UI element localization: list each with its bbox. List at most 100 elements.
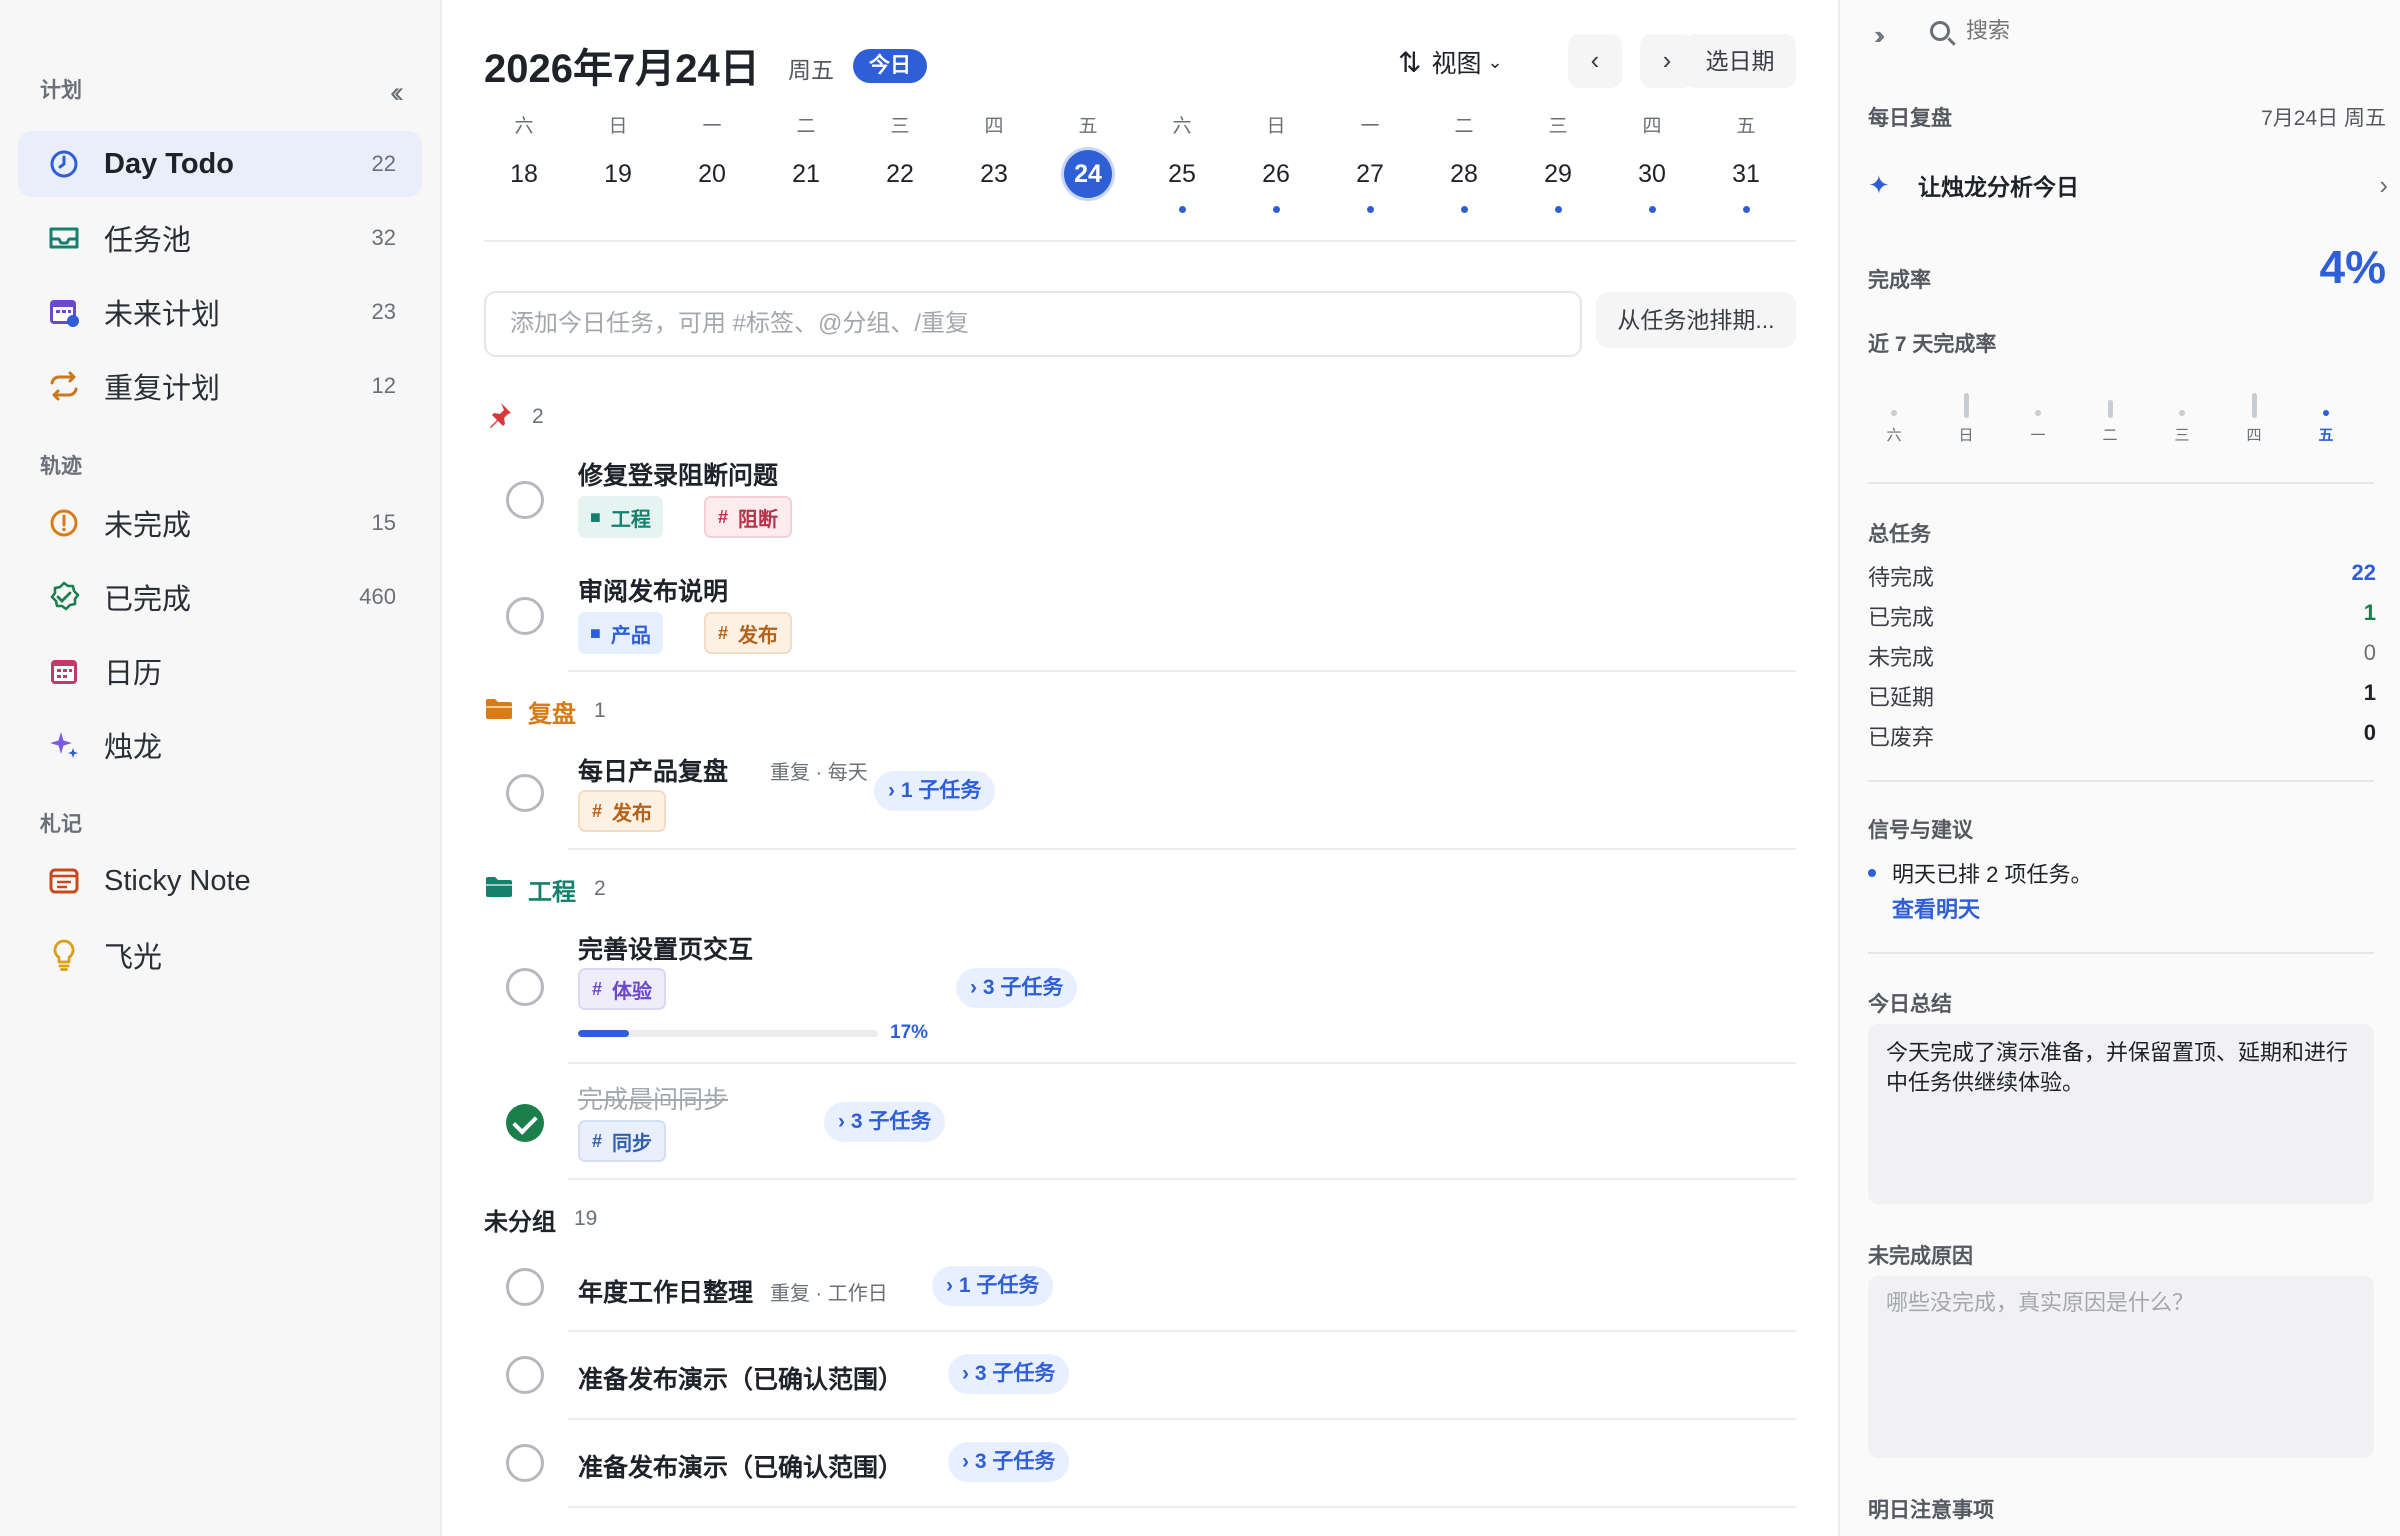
- week-rate-dot: [2323, 410, 2329, 416]
- task-title[interactable]: 准备发布演示（已确认范围）: [578, 1448, 903, 1484]
- prev-day-button[interactable]: ‹: [1568, 34, 1622, 88]
- chevron-right-icon: ›: [888, 779, 895, 802]
- date-cell-day: 19: [604, 160, 632, 188]
- group-pinned[interactable]: 2: [484, 400, 544, 434]
- subtasks-button[interactable]: › 3 子任务: [948, 1442, 1070, 1482]
- stat-postponed: 已延期 1: [1868, 680, 2388, 710]
- task-checkbox[interactable]: [506, 1444, 544, 1482]
- sparkle-icon: [46, 727, 82, 763]
- sidebar: 计划 ‹‹ Day Todo 22 任务池 32 未来计划 23 重复计划 12…: [0, 0, 442, 1536]
- total-tasks-label: 总任务: [1868, 523, 1931, 546]
- date-cell[interactable]: 二 21: [766, 110, 846, 198]
- date-cell-day: 20: [698, 160, 726, 188]
- date-cell-selected[interactable]: 五 24: [1048, 110, 1128, 198]
- sidebar-item-task-pool[interactable]: 任务池 32: [18, 205, 422, 271]
- task-title[interactable]: 审阅发布说明: [578, 572, 728, 608]
- add-task-input[interactable]: [484, 291, 1582, 357]
- week-rate-dot: [2179, 410, 2185, 416]
- project-tag[interactable]: ■ 产品: [578, 612, 663, 654]
- hashtag-tag[interactable]: # 发布: [704, 612, 793, 654]
- date-cell[interactable]: 三 22: [860, 110, 940, 198]
- search-box[interactable]: [1930, 18, 2226, 44]
- date-cell[interactable]: 一 27: [1330, 110, 1410, 213]
- task-checkbox[interactable]: [506, 481, 544, 519]
- task-checkbox[interactable]: [506, 1268, 544, 1306]
- expand-panel-icon[interactable]: ››: [1874, 20, 1886, 51]
- task-title[interactable]: 完善设置页交互: [578, 930, 753, 966]
- date-cell-day: 27: [1356, 160, 1384, 188]
- date-cell[interactable]: 二 28: [1424, 110, 1504, 213]
- date-cell[interactable]: 六 25: [1142, 110, 1222, 213]
- date-cell[interactable]: 六 18: [484, 110, 564, 198]
- date-cell[interactable]: 五 31: [1706, 110, 1786, 213]
- date-cell[interactable]: 日 19: [578, 110, 658, 198]
- today-badge[interactable]: 今日: [853, 49, 927, 83]
- date-cell[interactable]: 一 20: [672, 110, 752, 198]
- hashtag-tag[interactable]: # 阻断: [704, 496, 793, 538]
- date-cell[interactable]: 日 26: [1236, 110, 1316, 213]
- subtasks-button[interactable]: › 1 子任务: [874, 771, 996, 811]
- hashtag-label: 阻断: [738, 508, 779, 531]
- divider: [1868, 482, 2374, 484]
- hashtag-tag[interactable]: # 同步: [578, 1120, 667, 1162]
- task-checkbox-checked[interactable]: [506, 1104, 544, 1142]
- task-row: 修复登录阻断问题 ■ 工程 # 阻断: [506, 446, 1796, 546]
- week-rate-column: 五: [2306, 388, 2346, 445]
- date-cell[interactable]: 三 29: [1518, 110, 1598, 213]
- sidebar-item-label: 飞光: [104, 942, 163, 974]
- week-rate-column: 一: [2018, 388, 2058, 445]
- search-input[interactable]: [1966, 18, 2226, 44]
- ai-analyze-button[interactable]: ✦ 让烛龙分析今日 ›: [1868, 168, 2388, 202]
- group-ungrouped[interactable]: 未分组 19: [484, 1202, 597, 1236]
- task-checkbox[interactable]: [506, 774, 544, 812]
- schedule-from-pool-button[interactable]: 从任务池排期...: [1596, 292, 1796, 348]
- date-cell[interactable]: 四 23: [954, 110, 1034, 198]
- scheduled-dot: [1460, 206, 1468, 213]
- task-checkbox[interactable]: [506, 1356, 544, 1394]
- sidebar-item-count: 460: [359, 584, 396, 609]
- hashtag-tag[interactable]: # 体验: [578, 968, 667, 1010]
- summary-textarea[interactable]: 今天完成了演示准备，并保留置顶、延期和进行中任务供继续体验。: [1868, 1024, 2374, 1204]
- sidebar-item-feiguang[interactable]: 飞光: [18, 922, 422, 988]
- sidebar-item-repeat-plan[interactable]: 重复计划 12: [18, 353, 422, 419]
- page-title: 2026年7月24日: [484, 47, 760, 91]
- sidebar-item-calendar[interactable]: 日历: [18, 638, 422, 704]
- view-tomorrow-link[interactable]: 查看明天: [1892, 892, 1980, 924]
- subtasks-button[interactable]: › 3 子任务: [824, 1102, 946, 1142]
- task-title[interactable]: 完成晨间同步: [578, 1080, 728, 1116]
- task-checkbox[interactable]: [506, 968, 544, 1006]
- sidebar-item-zhulong[interactable]: 烛龙: [18, 712, 422, 778]
- group-review[interactable]: 复盘 1: [484, 694, 606, 728]
- sidebar-item-future-plan[interactable]: 未来计划 23: [18, 279, 422, 345]
- view-button[interactable]: ⇅ 视图 ⌄: [1398, 42, 1503, 82]
- hashtag-tag[interactable]: # 发布: [578, 790, 667, 832]
- sidebar-item-incomplete[interactable]: 未完成 15: [18, 490, 422, 556]
- scheduled-dot: [1648, 206, 1656, 213]
- reason-textarea[interactable]: [1868, 1276, 2374, 1458]
- stat-label: 已延期: [1868, 685, 1935, 710]
- sidebar-item-label: 日历: [104, 658, 163, 690]
- subtasks-button[interactable]: › 3 子任务: [948, 1354, 1070, 1394]
- task-checkbox[interactable]: [506, 597, 544, 635]
- pick-date-button[interactable]: 选日期: [1684, 34, 1796, 88]
- sidebar-item-sticky-note[interactable]: Sticky Note: [18, 848, 422, 914]
- task-title[interactable]: 年度工作日整理: [578, 1273, 753, 1309]
- sidebar-item-label: 未完成: [104, 510, 192, 542]
- project-tag[interactable]: ■ 工程: [578, 496, 663, 538]
- group-engineering[interactable]: 工程 2: [484, 872, 606, 906]
- date-cell[interactable]: 四 30: [1612, 110, 1692, 213]
- sort-icon: ⇅: [1398, 46, 1422, 78]
- date-cell-weekday: 一: [702, 116, 722, 137]
- subtasks-button[interactable]: › 1 子任务: [932, 1266, 1054, 1306]
- subtasks-label: 1 子任务: [958, 1274, 1040, 1297]
- date-cell-day: 24: [1064, 150, 1112, 198]
- task-title[interactable]: 每日产品复盘: [578, 752, 728, 788]
- sidebar-item-day-todo[interactable]: Day Todo 22: [18, 131, 422, 197]
- task-title[interactable]: 修复登录阻断问题: [578, 456, 778, 492]
- daily-review-title: 每日复盘: [1868, 107, 1952, 130]
- week-rate-bar: [2107, 400, 2113, 418]
- sidebar-item-completed[interactable]: 已完成 460: [18, 564, 422, 630]
- subtasks-button[interactable]: › 3 子任务: [956, 968, 1078, 1008]
- collapse-sidebar-icon[interactable]: ‹‹: [376, 78, 412, 108]
- task-title[interactable]: 准备发布演示（已确认范围）: [578, 1360, 903, 1396]
